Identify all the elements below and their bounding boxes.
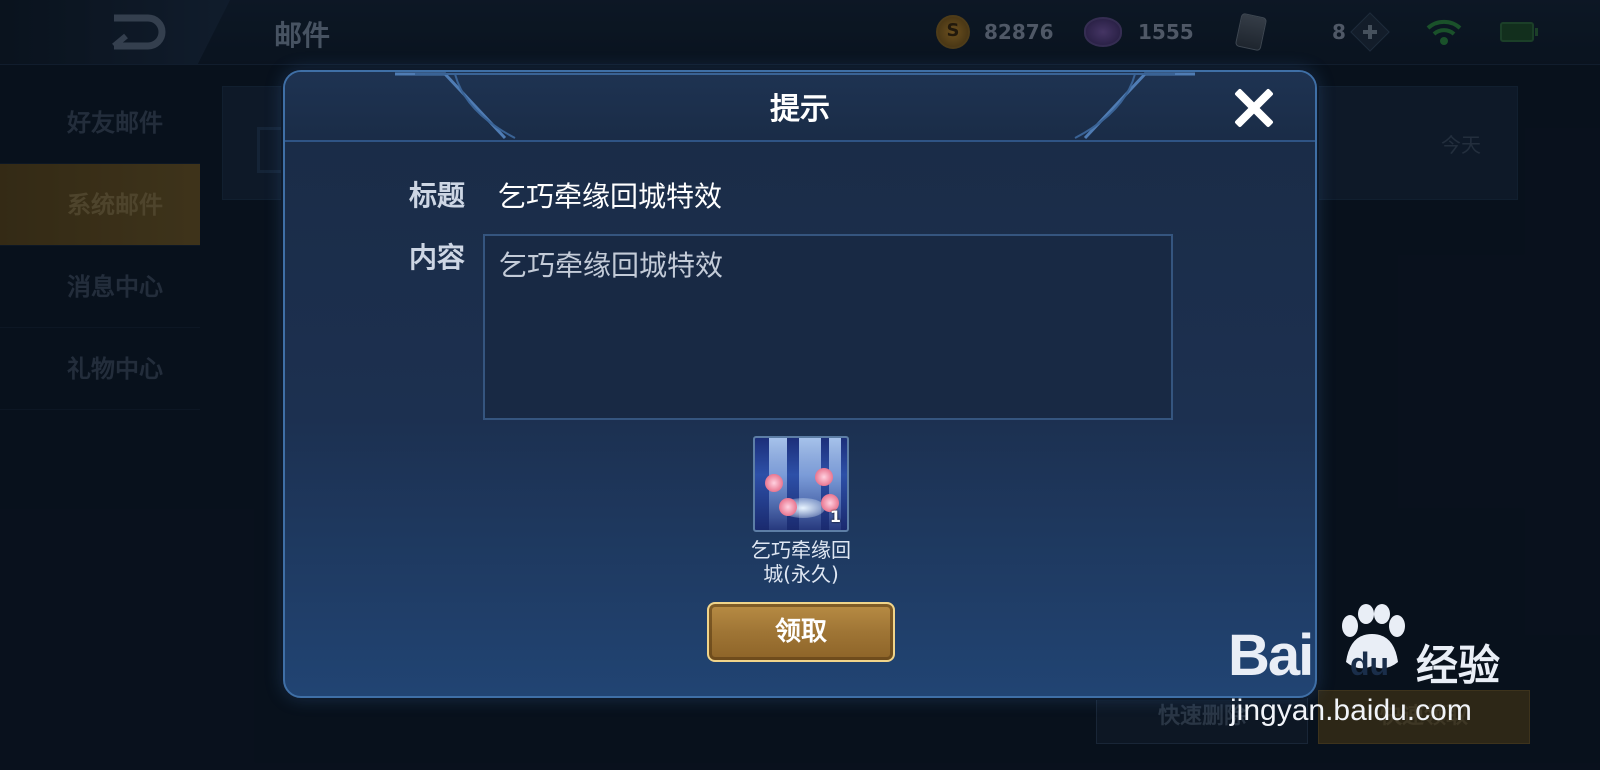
claim-button[interactable]: 领取: [707, 602, 895, 662]
dialog-header: 提示: [285, 72, 1315, 142]
flower-icon: [815, 468, 833, 486]
subject-label: 标题: [409, 179, 466, 212]
flower-icon: [779, 498, 797, 516]
baidu-jingyan-logo: Bai du 经验: [1228, 604, 1508, 696]
mail-detail-dialog: 提示 标题 乞巧牵缘回城特效 内容 乞巧牵缘回城特效 1 乞巧牵缘回 城(永久)…: [283, 70, 1317, 698]
item-count: 1: [829, 507, 841, 526]
content-text: 乞巧牵缘回城特效: [499, 249, 724, 282]
dialog-title: 提示: [770, 92, 830, 127]
content-label: 内容: [409, 241, 466, 274]
close-icon[interactable]: [1231, 86, 1275, 130]
attachment-item[interactable]: 1: [753, 436, 849, 532]
flower-icon: [765, 474, 783, 492]
attachment-name: 乞巧牵缘回 城(永久): [715, 538, 887, 586]
subject-value: 乞巧牵缘回城特效: [498, 180, 723, 213]
watermark-url: jingyan.baidu.com: [1230, 694, 1472, 727]
content-box: 乞巧牵缘回城特效: [483, 234, 1173, 420]
attachment-name-line1: 乞巧牵缘回: [751, 538, 851, 562]
attachment-name-line2: 城(永久): [763, 562, 839, 586]
